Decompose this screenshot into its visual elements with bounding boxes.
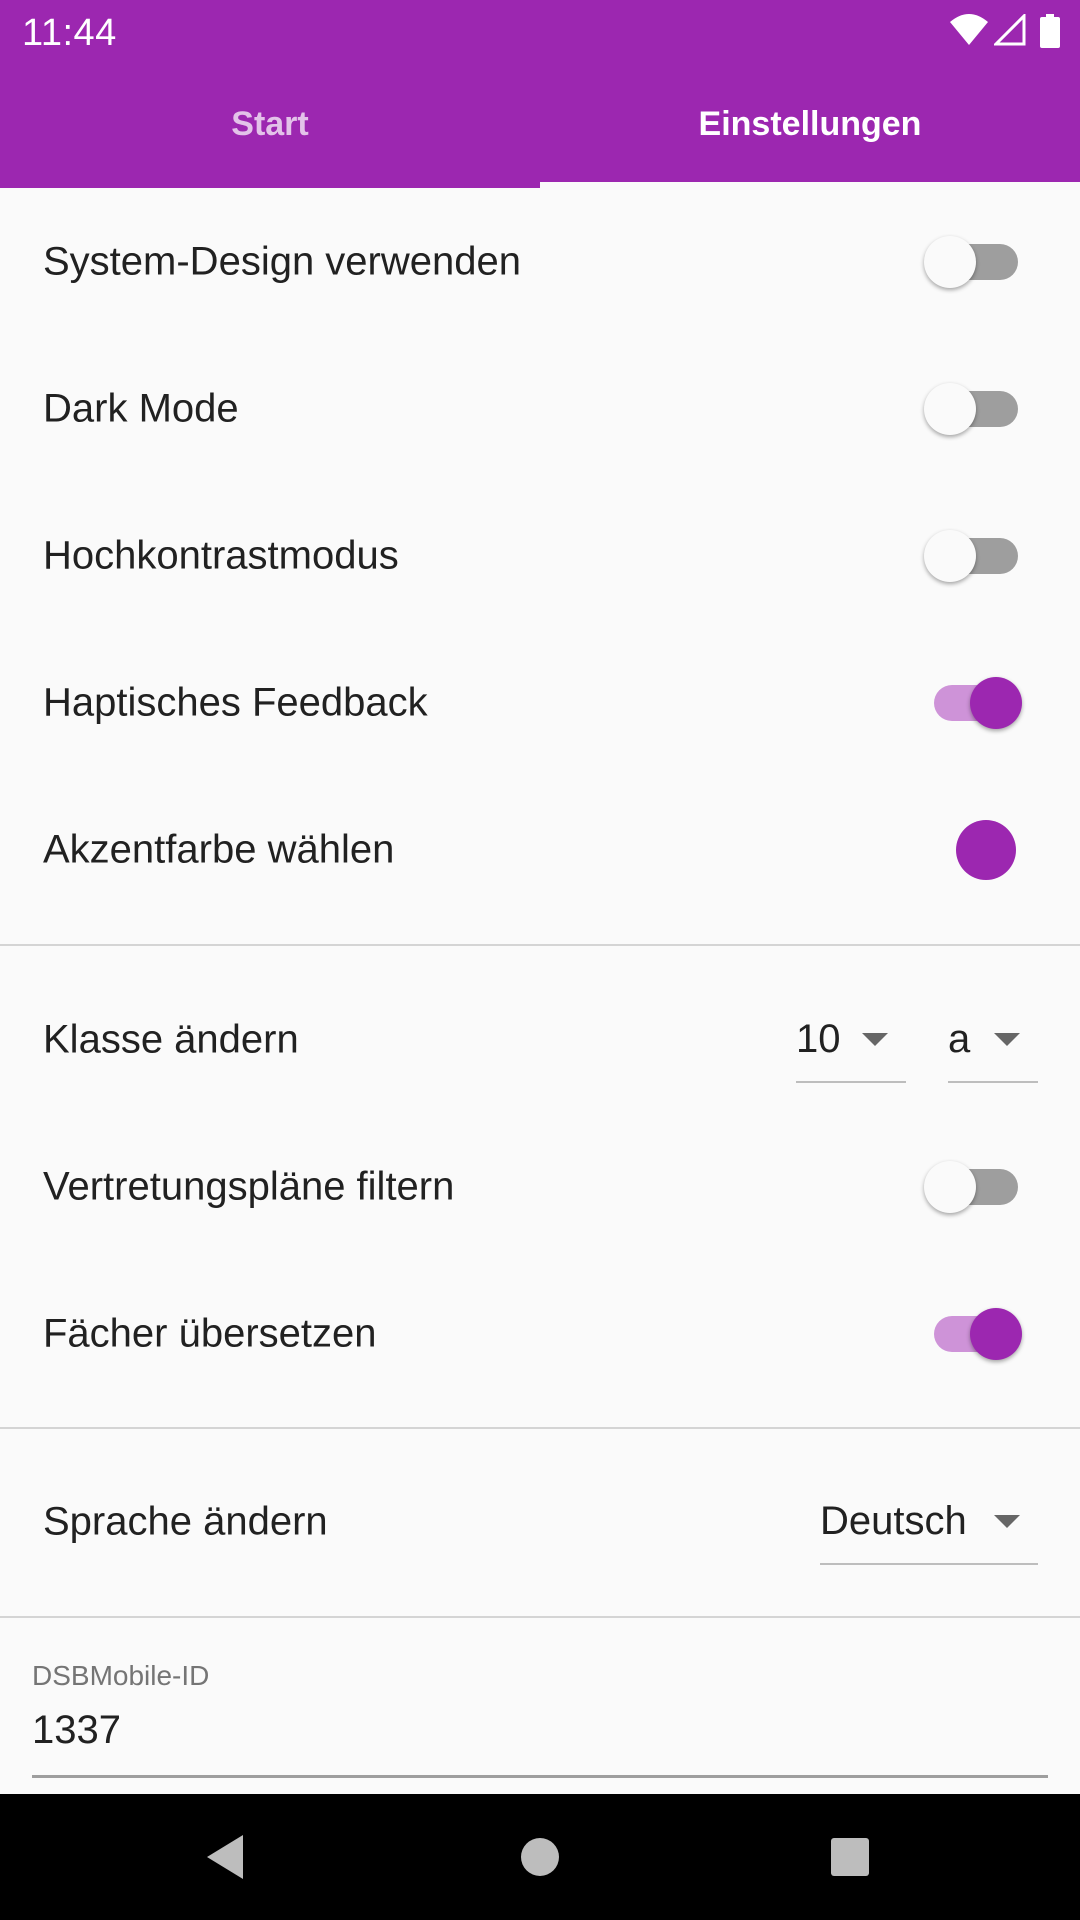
setting-label: Klasse ändern [43, 1017, 299, 1061]
setting-label: Vertretungspläne filtern [43, 1164, 455, 1208]
status-bar: 11:44 [0, 0, 1080, 64]
tab-settings[interactable]: Einstellungen [540, 64, 1080, 188]
setting-label: Hochkontrastmodus [43, 533, 399, 577]
setting-filter-plans[interactable]: Vertretungspläne filtern [0, 1113, 1080, 1260]
section-divider [0, 1427, 1080, 1429]
setting-haptic-feedback[interactable]: Haptisches Feedback [0, 629, 1080, 776]
setting-label: Dark Mode [43, 386, 239, 430]
class-letter-value: a [948, 1016, 971, 1061]
filter-plans-switch[interactable] [924, 1160, 1018, 1213]
setting-label: Sprache ändern [43, 1499, 328, 1543]
system-design-switch[interactable] [924, 235, 1018, 288]
battery-icon [1040, 14, 1060, 48]
accent-color-swatch[interactable] [956, 819, 1016, 880]
setting-high-contrast[interactable]: Hochkontrastmodus [0, 482, 1080, 629]
setting-label: Akzentfarbe wählen [43, 827, 395, 871]
wifi-icon [950, 14, 988, 45]
setting-system-design[interactable]: System-Design verwenden [0, 188, 1080, 335]
grade-value: 10 [796, 1016, 841, 1061]
dropdown-arrow-icon [862, 1032, 888, 1046]
dropdown-arrow-icon [994, 1514, 1020, 1528]
section-divider [0, 1616, 1080, 1618]
setting-label: Fächer übersetzen [43, 1311, 377, 1355]
setting-translate-subjects[interactable]: Fächer übersetzen [0, 1260, 1080, 1407]
nav-back-button[interactable] [165, 1794, 285, 1920]
switch-thumb [924, 1160, 976, 1213]
dsbmobile-id-value[interactable]: 1337 [32, 1708, 121, 1753]
setting-label: Haptisches Feedback [43, 680, 428, 724]
section-divider [0, 944, 1080, 946]
setting-accent-color[interactable]: Akzentfarbe wählen [0, 776, 1080, 923]
nav-home-button[interactable] [480, 1794, 600, 1920]
tab-start[interactable]: Start [0, 64, 540, 188]
home-icon [521, 1838, 559, 1876]
switch-thumb [924, 529, 976, 582]
system-nav-bar [0, 1794, 1080, 1920]
settings-screen: 11:44 Start Einstellungen System-Design … [0, 0, 1080, 1920]
high-contrast-switch[interactable] [924, 529, 1018, 582]
status-icons [950, 14, 1060, 48]
haptic-feedback-switch[interactable] [926, 676, 1022, 729]
nav-recents-button[interactable] [790, 1794, 910, 1920]
language-value: Deutsch [820, 1498, 967, 1543]
switch-thumb [970, 676, 1022, 729]
back-icon [207, 1835, 243, 1879]
recents-icon [831, 1838, 869, 1876]
setting-label: System-Design verwenden [43, 239, 521, 283]
class-letter-dropdown[interactable]: a [948, 997, 1038, 1083]
dropdown-arrow-icon [994, 1032, 1020, 1046]
app-bar: 11:44 Start Einstellungen [0, 0, 1080, 188]
switch-thumb [924, 235, 976, 288]
translate-subjects-switch[interactable] [926, 1307, 1022, 1360]
cell-signal-icon [994, 14, 1026, 46]
setting-language: Sprache ändern Deutsch [0, 1448, 1080, 1595]
setting-dark-mode[interactable]: Dark Mode [0, 335, 1080, 482]
dsbmobile-id-field[interactable]: DSBMobile-ID 1337 [32, 1660, 1048, 1778]
language-dropdown[interactable]: Deutsch [820, 1479, 1038, 1565]
tab-bar: Start Einstellungen [0, 64, 1080, 188]
switch-thumb [970, 1307, 1022, 1360]
dark-mode-switch[interactable] [924, 382, 1018, 435]
grade-dropdown[interactable]: 10 [796, 997, 906, 1083]
switch-thumb [924, 382, 976, 435]
status-time: 11:44 [22, 12, 117, 54]
dsbmobile-id-label: DSBMobile-ID [32, 1660, 210, 1691]
setting-class: Klasse ändern 10 a [0, 966, 1080, 1113]
